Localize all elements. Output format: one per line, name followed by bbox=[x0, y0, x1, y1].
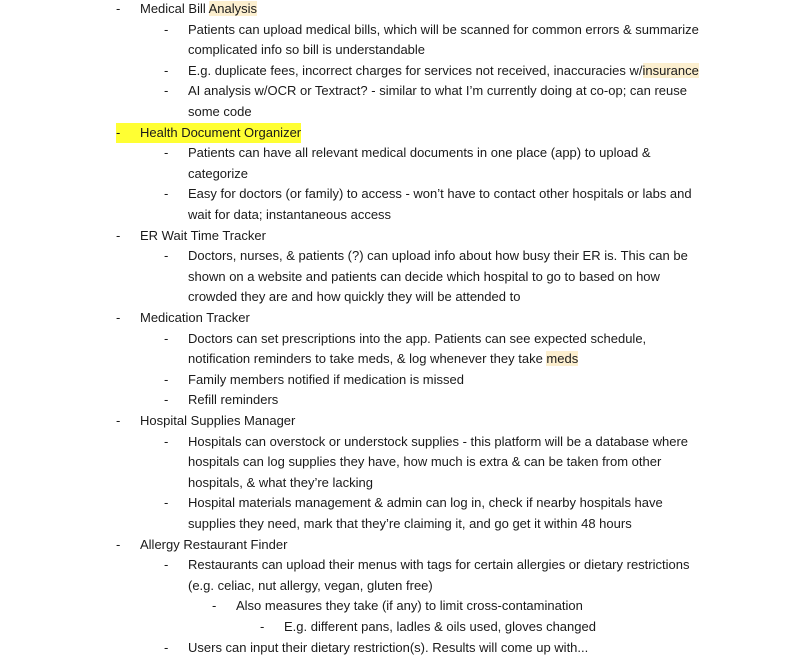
bullet-dash: - bbox=[164, 433, 169, 449]
list-item-text: supplies they need, mark that they’re cl… bbox=[188, 514, 632, 534]
list-item-text: Patients can have all relevant medical d… bbox=[188, 143, 651, 163]
bullet-dash: - bbox=[116, 413, 121, 428]
list-item-text: Users can input their dietary restrictio… bbox=[188, 638, 588, 658]
text-segment: Refill reminders bbox=[188, 392, 279, 408]
list-item-heading: Medical Bill Analysis bbox=[140, 0, 258, 19]
text-segment: Doctors, nurses, & patients (?) can uplo… bbox=[188, 248, 688, 264]
text-segment: notification reminders to take meds, & l… bbox=[188, 351, 547, 367]
text-segment: hospitals can log supplies they have, ho… bbox=[188, 454, 662, 470]
text-segment: Health Document Organizer bbox=[140, 124, 302, 140]
list-item-text: hospitals, & what they’re lacking bbox=[188, 473, 373, 493]
list-item-text: crowded they are and how quickly they wi… bbox=[188, 287, 520, 307]
text-segment: Hospital materials management & admin ca… bbox=[188, 495, 663, 511]
text-segment: Patients can have all relevant medical d… bbox=[188, 145, 651, 161]
text-segment: Family members notified if medication is… bbox=[188, 371, 464, 387]
text-segment: some code bbox=[188, 104, 252, 119]
bullet-dash: - bbox=[164, 371, 169, 387]
list-item-heading: Health Document Organizer bbox=[140, 122, 302, 143]
list-item-text: Hospitals can overstock or understock su… bbox=[188, 432, 688, 452]
list-item-heading: ER Wait Time Tracker bbox=[140, 226, 266, 246]
highlighted-text: meds bbox=[546, 351, 579, 367]
list-item-text: Also measures they take (if any) to limi… bbox=[236, 596, 583, 616]
bullet-dash: - bbox=[164, 557, 169, 573]
bullet-dash: - bbox=[164, 186, 169, 202]
list-item-text: notification reminders to take meds, & l… bbox=[188, 349, 579, 369]
bullet-dash: - bbox=[164, 639, 169, 655]
text-segment: Also measures they take (if any) to limi… bbox=[236, 598, 583, 614]
list-item-heading: Hospital Supplies Manager bbox=[140, 411, 295, 431]
bullet-dash: - bbox=[212, 598, 217, 614]
text-segment: categorize bbox=[188, 165, 248, 181]
list-item-text: Doctors, nurses, & patients (?) can uplo… bbox=[188, 246, 688, 266]
text-segment: ER Wait Time Tracker bbox=[140, 227, 266, 243]
text-segment: AI analysis w/OCR or Textract? - similar… bbox=[188, 83, 688, 99]
text-segment: Hospitals can overstock or understock su… bbox=[188, 433, 689, 449]
bullet-dash: - bbox=[164, 62, 169, 78]
bullet-dash: - bbox=[164, 21, 169, 37]
text-segment: Easy for doctors (or family) to access -… bbox=[188, 186, 692, 202]
text-segment: Patients can upload medical bills, which… bbox=[188, 21, 699, 37]
text-segment: Allergy Restaurant Finder bbox=[140, 536, 288, 552]
bullet-dash: - bbox=[116, 1, 121, 16]
bullet-dash: - bbox=[116, 310, 121, 325]
bullet-dash: - bbox=[164, 248, 169, 264]
list-item-text: Doctors can set prescriptions into the a… bbox=[188, 329, 646, 349]
text-segment: Users can input their dietary restrictio… bbox=[188, 639, 589, 655]
list-item-text: Hospital materials management & admin ca… bbox=[188, 493, 663, 513]
list-item-text: E.g. different pans, ladles & oils used,… bbox=[284, 617, 596, 637]
bullet-dash: - bbox=[164, 495, 169, 511]
list-item-text: AI analysis w/OCR or Textract? - similar… bbox=[188, 81, 687, 101]
text-segment: (e.g. celiac, nut allergy, vegan, gluten… bbox=[188, 577, 433, 593]
list-item-heading: Medication Tracker bbox=[140, 308, 250, 328]
list-item-text: complicated info so bill is understandab… bbox=[188, 40, 425, 60]
bullet-dash: - bbox=[164, 145, 169, 161]
list-item-heading: Allergy Restaurant Finder bbox=[140, 535, 287, 555]
text-segment: Restaurants can upload their menus with … bbox=[188, 557, 690, 573]
text-segment: crowded they are and how quickly they wi… bbox=[188, 289, 521, 305]
text-segment: E.g. different pans, ladles & oils used,… bbox=[284, 619, 596, 634]
bullet-dash: - bbox=[116, 536, 121, 552]
text-segment: Hospital Supplies Manager bbox=[140, 413, 296, 428]
list-item-text: some code bbox=[188, 102, 252, 122]
list-item-text: Easy for doctors (or family) to access -… bbox=[188, 184, 692, 204]
text-segment: E.g. duplicate fees, incorrect charges f… bbox=[188, 62, 643, 78]
bullet-dash: - bbox=[116, 227, 121, 243]
text-segment: wait for data; instantaneous access bbox=[188, 207, 392, 222]
list-item-text: wait for data; instantaneous access bbox=[188, 205, 391, 225]
text-segment: Medical Bill bbox=[140, 1, 209, 16]
bullet-dash: - bbox=[116, 122, 140, 143]
text-segment: supplies they need, mark that they’re cl… bbox=[188, 516, 632, 531]
text-segment: shown on a website and patients can deci… bbox=[188, 268, 660, 284]
list-item-text: (e.g. celiac, nut allergy, vegan, gluten… bbox=[188, 576, 433, 596]
bullet-dash: - bbox=[164, 392, 169, 408]
text-segment: Doctors can set prescriptions into the a… bbox=[188, 330, 647, 346]
list-item-text: categorize bbox=[188, 164, 248, 184]
text-segment: Medication Tracker bbox=[140, 310, 250, 325]
highlighted-text: insurance bbox=[642, 62, 699, 78]
bullet-dash: - bbox=[164, 330, 169, 346]
list-item-text: E.g. duplicate fees, incorrect charges f… bbox=[188, 61, 699, 81]
bullet-dash: - bbox=[260, 619, 265, 634]
list-item-text: hospitals can log supplies they have, ho… bbox=[188, 452, 661, 472]
text-segment: complicated info so bill is understandab… bbox=[188, 42, 426, 58]
list-item-text: Refill reminders bbox=[188, 390, 278, 410]
list-item-text: shown on a website and patients can deci… bbox=[188, 267, 660, 287]
bullet-dash: - bbox=[164, 83, 169, 99]
list-item-text: Patients can upload medical bills, which… bbox=[188, 20, 699, 40]
highlighted-text: Analysis bbox=[208, 1, 258, 16]
list-item-text: Restaurants can upload their menus with … bbox=[188, 555, 689, 575]
list-item-text: Family members notified if medication is… bbox=[188, 370, 464, 390]
text-segment: hospitals, & what they’re lacking bbox=[188, 474, 373, 490]
